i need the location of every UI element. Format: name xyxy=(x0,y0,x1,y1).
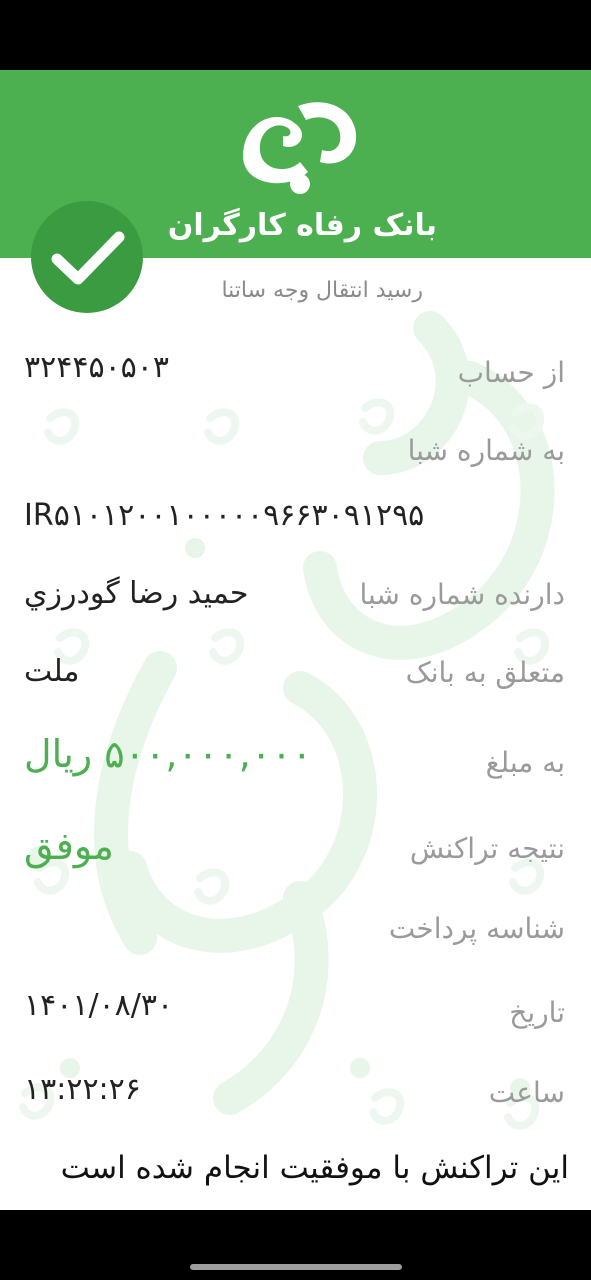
time-value: ۱۳:۲۲:۲۶ xyxy=(24,1072,141,1107)
from-account-label: از حساب xyxy=(457,356,565,389)
to-sheba-label: به شماره شبا xyxy=(407,434,565,467)
amount-value: ۵۰۰,۰۰۰,۰۰۰ ریال xyxy=(24,732,313,776)
receipt-title: رسید انتقال وجه ساتنا xyxy=(221,278,423,303)
payment-id-label: شناسه پرداخت xyxy=(388,912,565,945)
date-label: تاریخ xyxy=(509,996,565,1029)
sheba-owner-label: دارنده شماره شبا xyxy=(359,578,565,611)
refah-bank-logo-icon xyxy=(243,102,357,194)
time-label: ساعت xyxy=(488,1076,565,1109)
bank-value: ملت xyxy=(24,654,80,689)
result-value: موفق xyxy=(24,824,114,868)
amount-label: به مبلغ xyxy=(485,746,565,779)
date-value: ۱۴۰۱/۰۸/۳۰ xyxy=(24,988,174,1023)
result-label: نتیجه تراکنش xyxy=(409,832,565,865)
success-badge xyxy=(31,201,143,313)
success-message: این تراکنش با موفقیت انجام شده است xyxy=(60,1150,569,1186)
check-circle-icon xyxy=(51,231,125,285)
sheba-owner-value: حمید رضا گودرزي xyxy=(24,576,249,611)
to-sheba-value: IR۵۱۰۱۲۰۰۱۰۰۰۰۰۹۶۶۳۰۹۱۲۹۵ xyxy=(24,498,425,533)
home-indicator[interactable] xyxy=(190,1264,402,1270)
navigation-bar xyxy=(0,1210,591,1280)
from-account-value: ۳۲۴۴۵۰۵۰۳ xyxy=(24,350,170,385)
status-bar xyxy=(0,0,591,70)
receipt-card: بانک رفاه کارگران رسید انتقال وجه ساتنا … xyxy=(0,70,591,1210)
bank-label: متعلق به بانک xyxy=(405,656,565,689)
bank-name: بانک رفاه کارگران xyxy=(167,208,438,243)
